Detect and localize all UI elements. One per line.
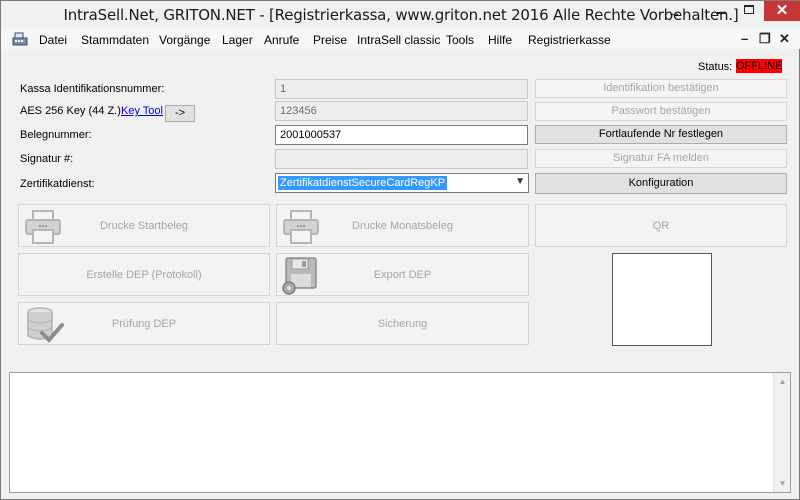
pruefung-dep-label: Prüfung DEP bbox=[111, 317, 177, 330]
menu-intrasell-classic[interactable]: IntraSell classic bbox=[357, 33, 440, 47]
qr-button[interactable]: QR bbox=[535, 204, 787, 247]
kasse-id-label: Kassa Identifikationsnummer: bbox=[20, 83, 165, 95]
belegnummer-field[interactable]: 2001000537 bbox=[275, 125, 528, 145]
scroll-up-icon[interactable]: ▲ bbox=[774, 373, 791, 390]
drucke-startbeleg-label: Drucke Startbeleg bbox=[99, 219, 189, 232]
mdi-restore-icon[interactable]: ❐ bbox=[759, 31, 771, 47]
fortlaufende-nr-festlegen-button[interactable]: Fortlaufende Nr festlegen bbox=[535, 125, 787, 144]
qr-code-box bbox=[612, 253, 712, 346]
drucke-startbeleg-button[interactable]: Drucke Startbeleg bbox=[18, 204, 270, 247]
zertifikatdienst-label: Zertifikatdienst: bbox=[20, 178, 95, 190]
mdi-minimize-icon[interactable]: – bbox=[741, 31, 748, 46]
erstelle-dep-button[interactable]: Erstelle DEP (Protokoll) bbox=[18, 253, 270, 296]
close-button[interactable]: ✕ bbox=[764, 1, 800, 21]
title-bar: IntraSell.Net, GRITON.NET - [Registrierk… bbox=[1, 1, 800, 29]
log-scrollbar[interactable]: ▲ ▼ bbox=[773, 373, 790, 492]
status-badge: OFFLINE bbox=[736, 59, 783, 73]
menu-anrufe[interactable]: Anrufe bbox=[264, 33, 299, 47]
maximize-icon bbox=[744, 5, 754, 14]
log-textarea[interactable]: ▲ ▼ bbox=[9, 372, 791, 493]
belegnummer-label: Belegnummer: bbox=[20, 129, 92, 141]
identifikation-bestaetigen-button[interactable]: Identifikation bestätigen bbox=[535, 79, 787, 98]
menu-lager[interactable]: Lager bbox=[222, 33, 253, 47]
signatur-label: Signatur #: bbox=[20, 153, 74, 165]
menu-registrierkasse[interactable]: Registrierkasse bbox=[528, 33, 611, 47]
qr-label: QR bbox=[652, 219, 670, 232]
menu-hilfe[interactable]: Hilfe bbox=[488, 33, 512, 47]
export-dep-button[interactable]: Export DEP bbox=[276, 253, 529, 296]
zertifikatdienst-select[interactable]: ZertifikatdienstSecureCardRegKP ▼ bbox=[275, 173, 529, 193]
app-window: IntraSell.Net, GRITON.NET - [Registrierk… bbox=[0, 0, 800, 500]
menu-vorgaenge[interactable]: Vorgänge bbox=[159, 33, 210, 47]
kasse-id-field: 1 bbox=[275, 79, 528, 99]
scroll-down-icon[interactable]: ▼ bbox=[774, 475, 791, 492]
menu-preise[interactable]: Preise bbox=[313, 33, 347, 47]
status-label: Status: bbox=[698, 61, 733, 73]
chevron-down-icon[interactable]: ▼ bbox=[515, 176, 525, 187]
konfiguration-button[interactable]: Konfiguration bbox=[535, 173, 787, 194]
zertifikatdienst-selected-value: ZertifikatdienstSecureCardRegKP bbox=[278, 176, 448, 190]
passwort-bestaetigen-button[interactable]: Passwort bestätigen bbox=[535, 102, 787, 121]
sicherung-label: Sicherung bbox=[377, 317, 428, 330]
erstelle-dep-label: Erstelle DEP (Protokoll) bbox=[86, 268, 202, 281]
signatur-field bbox=[275, 149, 528, 169]
menu-datei[interactable]: Datei bbox=[39, 33, 67, 47]
menu-stammdaten[interactable]: Stammdaten bbox=[81, 33, 149, 47]
title-resize-glyph: ↔ bbox=[668, 5, 681, 20]
pruefung-dep-button[interactable]: Prüfung DEP bbox=[18, 302, 270, 345]
close-icon: ✕ bbox=[775, 2, 789, 19]
minimize-button[interactable] bbox=[708, 1, 734, 21]
key-arrow-button[interactable]: -> bbox=[165, 105, 195, 122]
key-tool-link[interactable]: Key Tool bbox=[121, 105, 163, 117]
sicherung-button[interactable]: Sicherung bbox=[276, 302, 529, 345]
maximize-button[interactable] bbox=[736, 1, 762, 21]
aes-key-field: 123456 bbox=[275, 101, 528, 121]
mdi-close-icon[interactable]: ✕ bbox=[779, 31, 790, 47]
menu-tools[interactable]: Tools bbox=[446, 33, 474, 47]
minimize-icon bbox=[716, 12, 726, 14]
signatur-fa-melden-button[interactable]: Signatur FA melden bbox=[535, 149, 787, 168]
aes-key-label: AES 256 Key (44 Z.): bbox=[20, 105, 124, 117]
drucke-monatsbeleg-label: Drucke Monatsbeleg bbox=[352, 219, 453, 232]
register-app-icon[interactable] bbox=[12, 32, 28, 46]
drucke-monatsbeleg-button[interactable]: Drucke Monatsbeleg bbox=[276, 204, 529, 247]
export-dep-label: Export DEP bbox=[373, 268, 432, 281]
